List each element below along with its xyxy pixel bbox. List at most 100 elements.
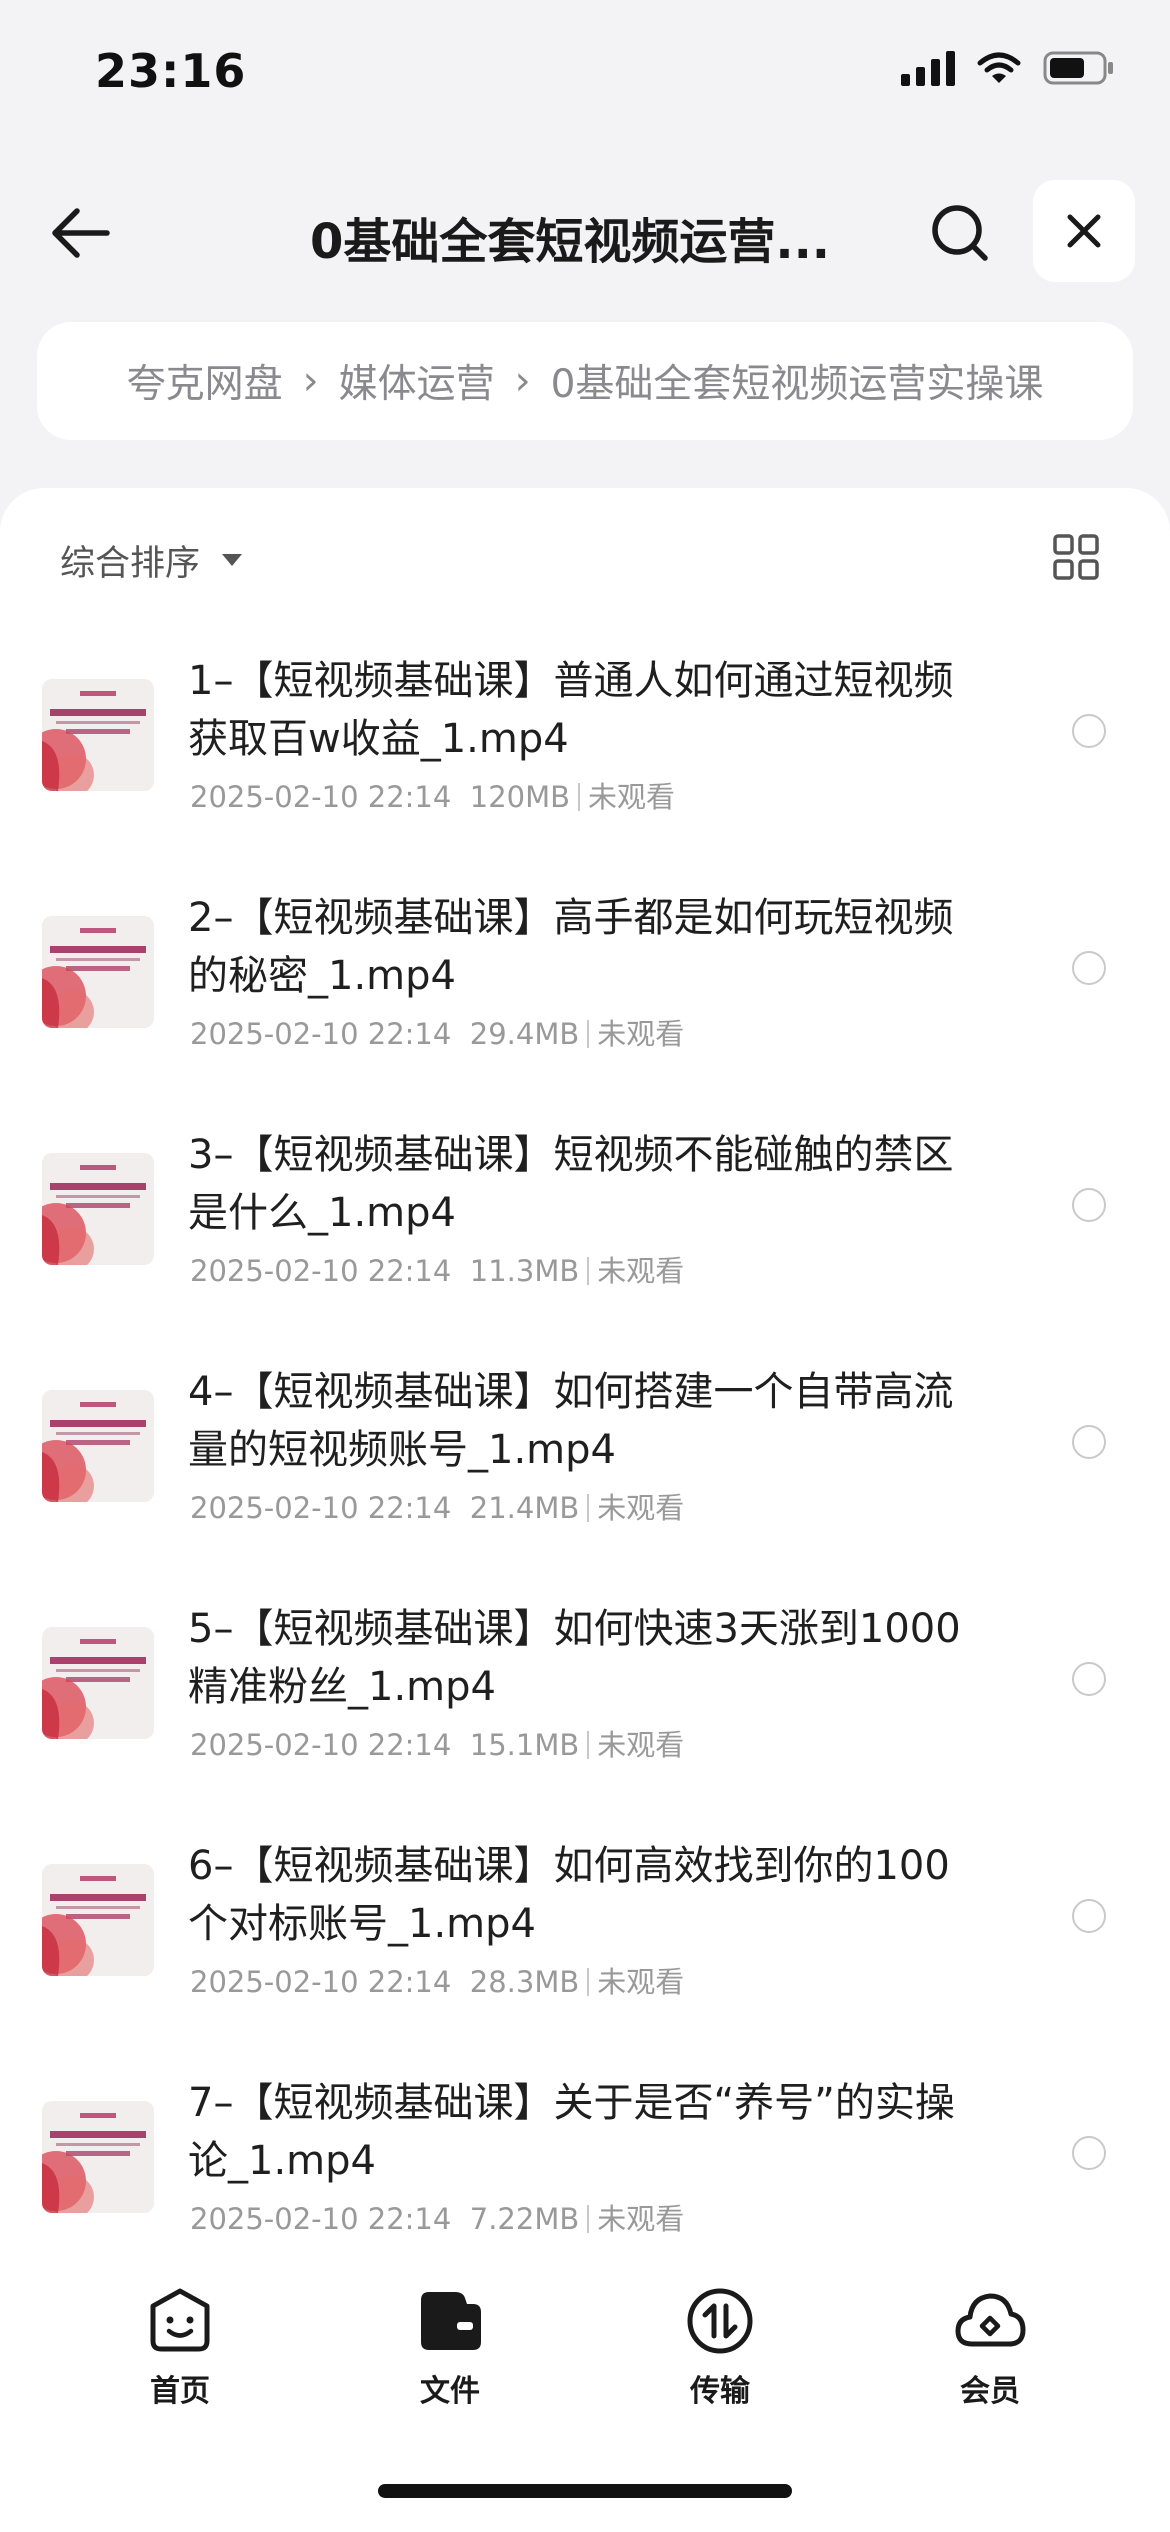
- file-name: 3–【短视频基础课】短视频不能碰触的禁区是什么_1.mp4: [188, 1132, 954, 1236]
- sort-dropdown[interactable]: 综合排序: [60, 530, 244, 590]
- page-title: 0基础全套短视频运营...: [309, 214, 831, 270]
- file-size: 11.3MB: [469, 1254, 580, 1288]
- file-list-item[interactable]: 4–【短视频基础课】如何搭建一个自带高流量的短视频账号_1.mp4 2025-0…: [0, 1367, 1170, 1604]
- file-list-item[interactable]: 6–【短视频基础课】如何高效找到你的100个对标账号_1.mp4 2025-02…: [0, 1841, 1170, 2078]
- breadcrumb: 夸克网盘 › 媒体运营 › 0基础全套短视频运营实操课: [37, 322, 1133, 440]
- select-checkbox[interactable]: [1072, 1425, 1106, 1459]
- file-size: 120MB: [469, 780, 571, 814]
- tab-transfer[interactable]: 传输: [640, 2286, 800, 2416]
- watch-status: 未观看: [597, 1017, 685, 1051]
- folder-icon: [421, 2292, 481, 2350]
- select-checkbox[interactable]: [1072, 1662, 1106, 1696]
- file-meta: 2025-02-10 22:14 21.4MB 未观看: [190, 1485, 684, 1527]
- tab-label-home: 首页: [150, 2374, 210, 2409]
- file-panel: 综合排序 1–【短视频基础课】普通人如何通过短视频获取百w收益_1.mp4 20…: [0, 488, 1170, 2532]
- file-name: 5–【短视频基础课】如何快速3天涨到1000精准粉丝_1.mp4: [188, 1606, 961, 1710]
- tab-home[interactable]: 首页: [100, 2286, 260, 2416]
- file-meta: 2025-02-10 22:14 11.3MB 未观看: [190, 1248, 684, 1290]
- status-bar: 23:16: [0, 0, 1170, 150]
- status-time: 23:16: [95, 44, 247, 98]
- file-size: 28.3MB: [469, 1965, 580, 1999]
- file-date: 2025-02-10 22:14: [190, 1254, 452, 1288]
- select-checkbox[interactable]: [1072, 1899, 1106, 1933]
- file-date: 2025-02-10 22:14: [190, 2202, 452, 2236]
- video-thumbnail: [42, 916, 154, 1028]
- back-button[interactable]: [40, 198, 120, 268]
- meta-divider: [587, 1257, 590, 1285]
- video-thumbnail: [42, 1864, 154, 1976]
- watch-status: 未观看: [588, 780, 676, 814]
- signal-icon: [901, 50, 955, 86]
- file-date: 2025-02-10 22:14: [190, 780, 452, 814]
- video-thumbnail: [42, 1153, 154, 1265]
- meta-divider: [587, 1968, 590, 1996]
- watch-status: 未观看: [597, 2202, 685, 2236]
- tab-files[interactable]: 文件: [370, 2286, 530, 2416]
- close-button[interactable]: [1033, 180, 1135, 282]
- file-name: 7–【短视频基础课】关于是否“养号”的实操论_1.mp4: [188, 2080, 955, 2184]
- home-indicator: [378, 2484, 792, 2498]
- search-icon: [932, 205, 988, 261]
- video-thumbnail: [42, 1390, 154, 1502]
- file-meta: 2025-02-10 22:14 15.1MB 未观看: [190, 1722, 684, 1764]
- file-date: 2025-02-10 22:14: [190, 1017, 452, 1051]
- tab-label-files: 文件: [420, 2374, 480, 2409]
- tab-bar: 首页 文件 传输 会员: [0, 2262, 1170, 2532]
- meta-divider: [587, 1731, 590, 1759]
- app-screen: 23:16 0基础全套短视频运营... 夸克网盘 › 媒体运营 › 0基础全套短…: [0, 0, 1170, 2532]
- file-size: 21.4MB: [469, 1491, 580, 1525]
- tab-label-transfer: 传输: [690, 2374, 750, 2409]
- wifi-icon: [977, 52, 1021, 83]
- search-button[interactable]: [920, 198, 1000, 268]
- meta-divider: [587, 1494, 590, 1522]
- breadcrumb-separator: ›: [302, 358, 319, 404]
- file-name: 4–【短视频基础课】如何搭建一个自带高流量的短视频账号_1.mp4: [188, 1369, 954, 1473]
- file-list-item[interactable]: 1–【短视频基础课】普通人如何通过短视频获取百w收益_1.mp4 2025-02…: [0, 656, 1170, 893]
- tab-membership[interactable]: 会员: [910, 2286, 1070, 2416]
- file-size: 7.22MB: [469, 2202, 580, 2236]
- file-meta: 2025-02-10 22:14 29.4MB 未观看: [190, 1011, 684, 1053]
- file-name: 2–【短视频基础课】高手都是如何玩短视频的秘密_1.mp4: [188, 895, 954, 999]
- transfer-icon: [687, 2288, 753, 2354]
- tab-label-membership: 会员: [960, 2374, 1020, 2409]
- video-thumbnail: [42, 1627, 154, 1739]
- file-meta: 2025-02-10 22:14 7.22MB 未观看: [190, 2196, 684, 2238]
- breadcrumb-item-root[interactable]: 夸克网盘: [127, 353, 283, 409]
- grid-view-icon[interactable]: [1052, 533, 1100, 581]
- breadcrumb-item-media[interactable]: 媒体运营: [339, 353, 495, 409]
- watch-status: 未观看: [597, 1728, 685, 1762]
- watch-status: 未观看: [597, 1254, 685, 1288]
- file-size: 29.4MB: [469, 1017, 580, 1051]
- file-meta: 2025-02-10 22:14 120MB 未观看: [190, 774, 675, 816]
- file-date: 2025-02-10 22:14: [190, 1965, 452, 1999]
- watch-status: 未观看: [597, 1491, 685, 1525]
- cloud-icon: [955, 2293, 1026, 2347]
- file-meta: 2025-02-10 22:14 28.3MB 未观看: [190, 1959, 684, 2001]
- video-thumbnail: [42, 2101, 154, 2213]
- caret-down-icon: [222, 554, 243, 566]
- file-name: 6–【短视频基础课】如何高效找到你的100个对标账号_1.mp4: [188, 1843, 950, 1947]
- meta-divider: [578, 783, 581, 811]
- file-list-item[interactable]: 5–【短视频基础课】如何快速3天涨到1000精准粉丝_1.mp4 2025-02…: [0, 1604, 1170, 1841]
- file-date: 2025-02-10 22:14: [190, 1491, 452, 1525]
- breadcrumb-separator: ›: [514, 358, 531, 404]
- status-icons: [901, 50, 1115, 86]
- battery-icon: [1043, 51, 1113, 85]
- meta-divider: [587, 1020, 590, 1048]
- file-size: 15.1MB: [469, 1728, 580, 1762]
- file-list-item[interactable]: 3–【短视频基础课】短视频不能碰触的禁区是什么_1.mp4 2025-02-10…: [0, 1130, 1170, 1367]
- watch-status: 未观看: [597, 1965, 685, 1999]
- select-checkbox[interactable]: [1072, 2136, 1106, 2170]
- header: 0基础全套短视频运营...: [0, 180, 1170, 285]
- select-checkbox[interactable]: [1072, 714, 1106, 748]
- video-thumbnail: [42, 679, 154, 791]
- file-name: 1–【短视频基础课】普通人如何通过短视频获取百w收益_1.mp4: [188, 658, 954, 762]
- meta-divider: [587, 2205, 590, 2233]
- breadcrumb-item-current[interactable]: 0基础全套短视频运营实操课: [551, 353, 1044, 409]
- select-checkbox[interactable]: [1072, 951, 1106, 985]
- file-date: 2025-02-10 22:14: [190, 1728, 452, 1762]
- file-list-item[interactable]: 2–【短视频基础课】高手都是如何玩短视频的秘密_1.mp4 2025-02-10…: [0, 893, 1170, 1130]
- file-list: 1–【短视频基础课】普通人如何通过短视频获取百w收益_1.mp4 2025-02…: [0, 656, 1170, 2315]
- select-checkbox[interactable]: [1072, 1188, 1106, 1222]
- sort-label: 综合排序: [60, 543, 201, 584]
